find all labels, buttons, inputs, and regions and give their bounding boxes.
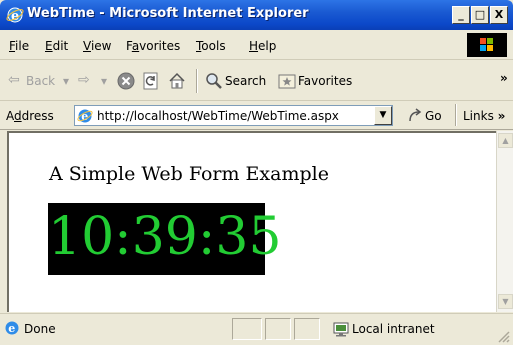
stop-icon[interactable] xyxy=(117,72,135,90)
svg-text:e: e xyxy=(8,322,15,335)
internet-explorer-icon: e xyxy=(6,7,24,24)
search-button[interactable]: Search xyxy=(225,74,266,88)
window-title: WebTime - Microsoft Internet Explorer xyxy=(27,6,309,21)
menu-edit[interactable]: Edit xyxy=(45,39,68,53)
time-label: 10:39:35 xyxy=(48,207,282,267)
menu-help[interactable]: Help xyxy=(249,39,276,53)
page-content: A Simple Web Form Example 10:39:35 xyxy=(7,131,496,312)
address-url: http://localhost/WebTime/WebTime.aspx xyxy=(97,109,339,123)
links-button[interactable]: Links » xyxy=(463,109,505,123)
done-page-icon: e xyxy=(5,321,19,335)
status-text: Done xyxy=(24,322,56,336)
windows-flag-icon xyxy=(480,38,493,51)
home-icon[interactable] xyxy=(168,72,186,90)
menu-tools[interactable]: Tools xyxy=(196,39,226,53)
page-icon: e xyxy=(77,109,93,123)
status-pane xyxy=(294,318,320,340)
address-bar: Address e http://localhost/WebTime/WebTi… xyxy=(0,102,513,130)
back-button[interactable]: Back xyxy=(26,74,55,88)
menu-file[interactable]: File xyxy=(9,39,29,53)
search-icon[interactable] xyxy=(205,72,223,90)
back-arrow-icon[interactable]: ⇦ xyxy=(8,72,20,88)
browser-window: e WebTime - Microsoft Internet Explorer … xyxy=(0,0,513,345)
status-bar: e Done Local intranet xyxy=(0,313,513,345)
standard-toolbar: ⇦ Back ▾ ⇨ ▾ Search Favorites » xyxy=(0,61,513,101)
status-pane xyxy=(265,318,291,340)
vertical-scrollbar[interactable]: ▲ ▼ xyxy=(496,131,513,312)
windows-logo-tile xyxy=(467,33,507,57)
favorites-icon[interactable] xyxy=(278,72,296,90)
toolbar-overflow-icon[interactable]: » xyxy=(500,71,508,85)
scroll-up-icon[interactable]: ▲ xyxy=(498,133,513,148)
menu-favorites[interactable]: Favorites xyxy=(126,39,180,53)
go-arrow-icon[interactable] xyxy=(407,108,423,124)
menu-view[interactable]: View xyxy=(83,39,111,53)
go-button[interactable]: Go xyxy=(425,109,442,123)
status-pane xyxy=(232,318,262,340)
address-separator xyxy=(455,104,457,126)
maximize-button[interactable]: □ xyxy=(471,6,489,24)
security-zone: Local intranet xyxy=(352,322,435,336)
scroll-down-icon[interactable]: ▼ xyxy=(498,294,513,309)
toolbar-separator xyxy=(196,69,198,93)
address-field[interactable]: e http://localhost/WebTime/WebTime.aspx xyxy=(74,105,393,126)
forward-dropdown-icon[interactable]: ▾ xyxy=(101,74,107,88)
address-label: Address xyxy=(6,109,54,123)
local-intranet-icon xyxy=(333,322,349,337)
refresh-icon[interactable] xyxy=(142,72,160,90)
back-dropdown-icon[interactable]: ▾ xyxy=(63,74,69,88)
title-bar[interactable]: e WebTime - Microsoft Internet Explorer … xyxy=(0,0,513,30)
address-dropdown-icon[interactable]: ▼ xyxy=(374,106,392,125)
favorites-button[interactable]: Favorites xyxy=(298,74,352,88)
resize-grip-icon[interactable] xyxy=(497,330,510,343)
menu-bar: File Edit View Favorites Tools Help xyxy=(0,31,513,60)
close-button[interactable]: X xyxy=(490,6,508,24)
time-display: 10:39:35 xyxy=(48,203,282,275)
minimize-button[interactable]: _ xyxy=(452,6,470,24)
forward-arrow-icon[interactable]: ⇨ xyxy=(78,72,90,88)
page-heading: A Simple Web Form Example xyxy=(49,163,329,185)
